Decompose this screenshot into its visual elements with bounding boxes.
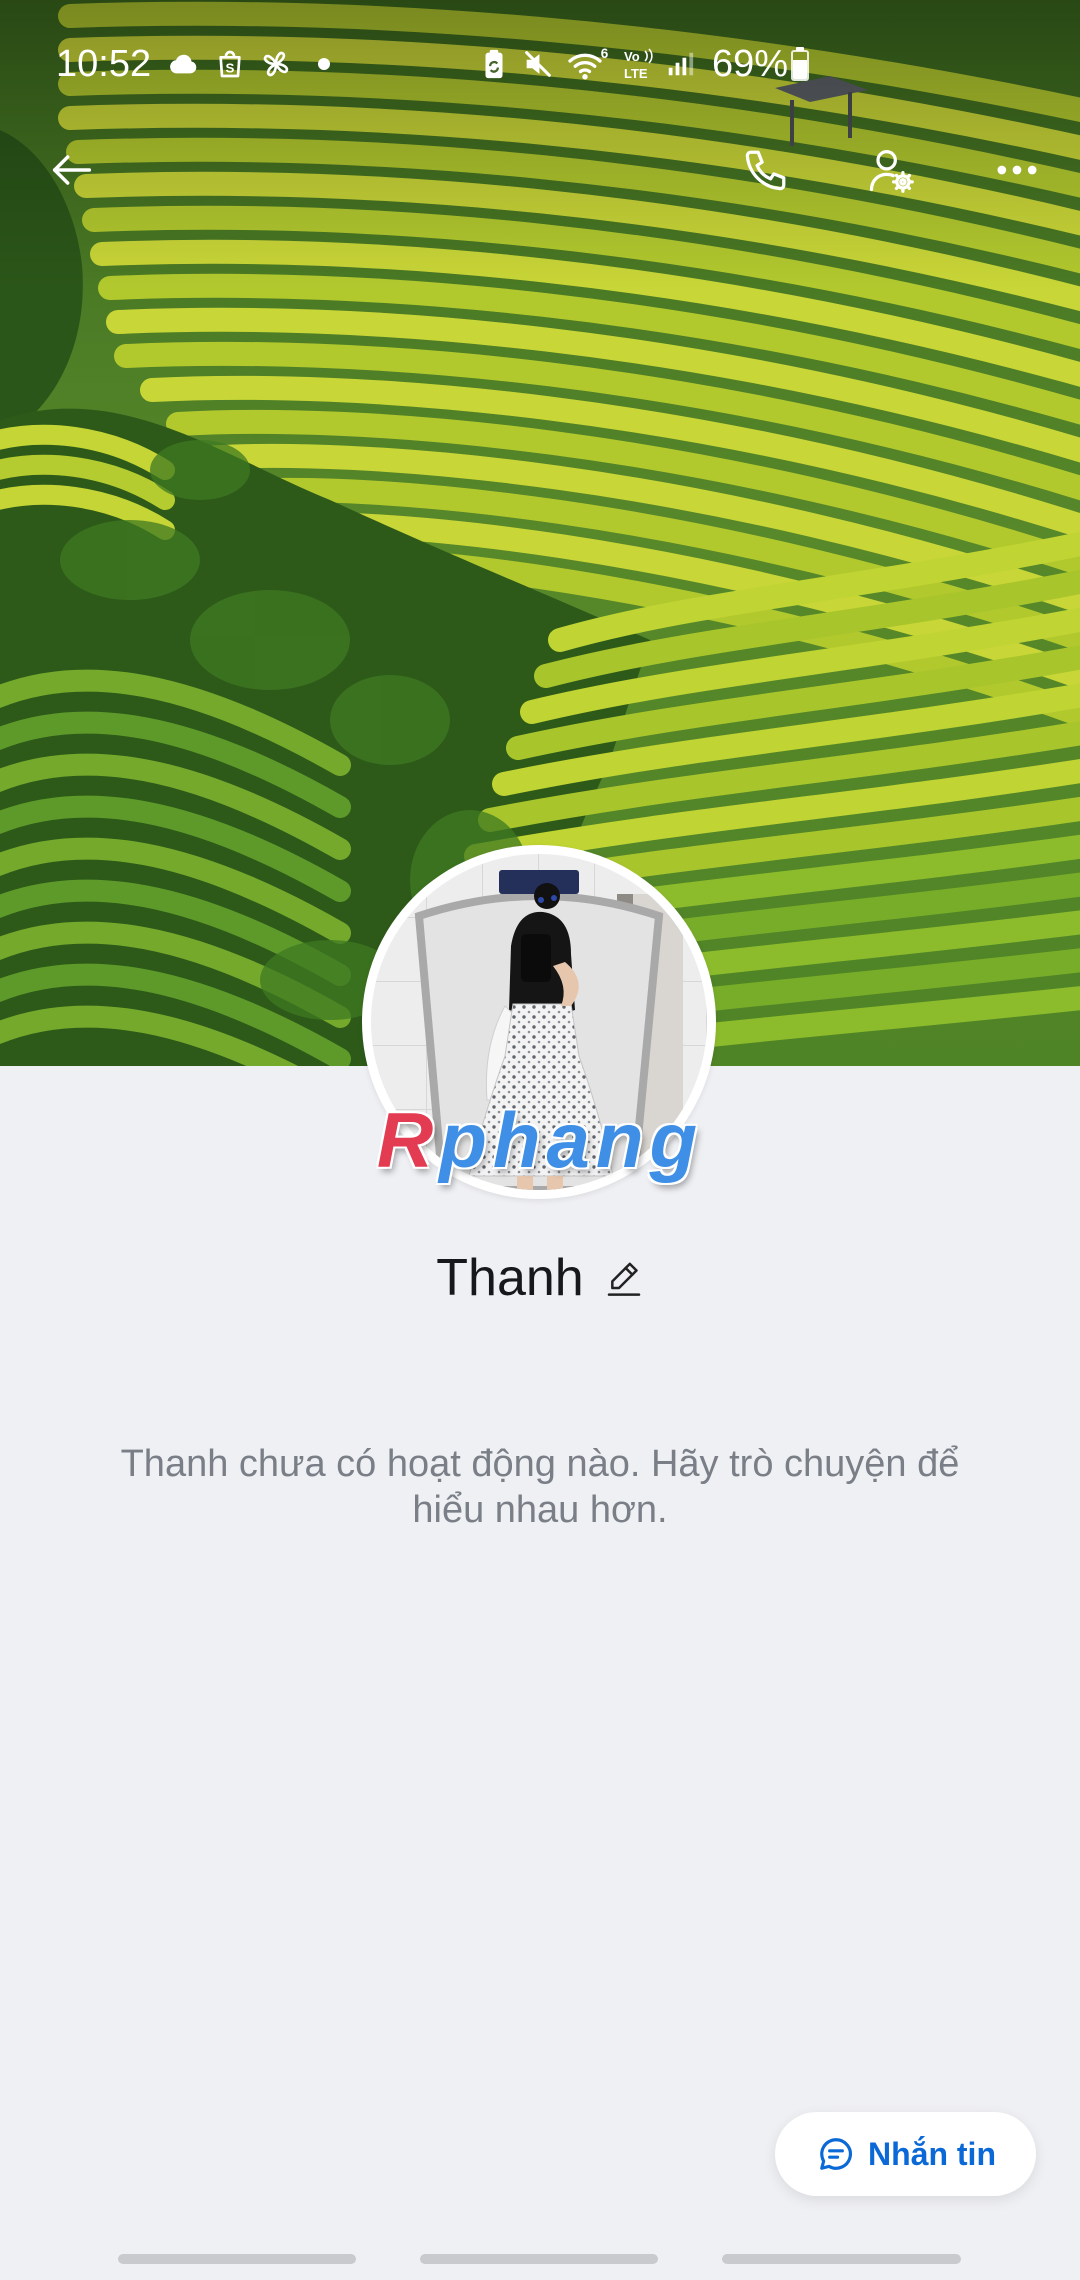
- battery-icon: [791, 47, 809, 81]
- mute-icon: [521, 47, 555, 81]
- profile-name: Thanh: [436, 1249, 584, 1307]
- profile-name-row: Thanh: [0, 1246, 1080, 1310]
- cloud-icon: [167, 48, 199, 80]
- pinwheel-icon: [260, 48, 292, 80]
- phone: [521, 934, 551, 982]
- phone-icon: [745, 150, 786, 191]
- back-arrow-icon: [52, 155, 92, 185]
- more-icon: [997, 165, 1037, 175]
- empty-activity-message: Thanh chưa có hoạt động nào. Hãy trò chu…: [120, 1443, 960, 1531]
- profile-settings-button[interactable]: [865, 144, 917, 196]
- chat-bubble-icon: [817, 2135, 855, 2173]
- call-button[interactable]: [740, 144, 792, 196]
- avatar-watermark: Rphang: [340, 1098, 740, 1182]
- shop-letter: S: [226, 61, 235, 76]
- pencil-icon: [607, 1262, 640, 1296]
- notification-dot-icon: [318, 58, 330, 70]
- more-options-button[interactable]: [991, 144, 1043, 196]
- edit-name-button[interactable]: [604, 1258, 644, 1298]
- volte-icon: Vo LTE: [623, 47, 657, 81]
- top-shade: [0, 0, 1080, 290]
- send-message-button[interactable]: Nhắn tin: [775, 2112, 1036, 2196]
- volte-top-text: Vo: [624, 49, 640, 64]
- watermark-text: Rphang: [376, 1096, 704, 1184]
- battery-saver-icon: [477, 47, 511, 81]
- wifi-icon: 6: [567, 46, 609, 82]
- tree-canopy: [330, 675, 450, 765]
- status-time: 10:52: [56, 43, 152, 85]
- nav-gesture-back[interactable]: [722, 2254, 961, 2264]
- volte-bottom-text: LTE: [624, 66, 648, 81]
- tree-canopy: [60, 520, 200, 600]
- user-settings-icon: [869, 149, 914, 193]
- back-button[interactable]: [46, 144, 98, 196]
- nav-gesture-home[interactable]: [420, 2254, 658, 2264]
- send-message-label: Nhắn tin: [868, 2136, 996, 2172]
- tree-canopy: [150, 440, 250, 500]
- signal-icon: [665, 49, 695, 79]
- battery-percent: 69%: [712, 43, 789, 85]
- wifi-badge: 6: [601, 46, 609, 61]
- nav-gesture-recents[interactable]: [118, 2254, 356, 2264]
- tree-canopy: [190, 590, 350, 690]
- battery-level: [793, 60, 807, 79]
- shopping-bag-icon: S: [214, 48, 246, 80]
